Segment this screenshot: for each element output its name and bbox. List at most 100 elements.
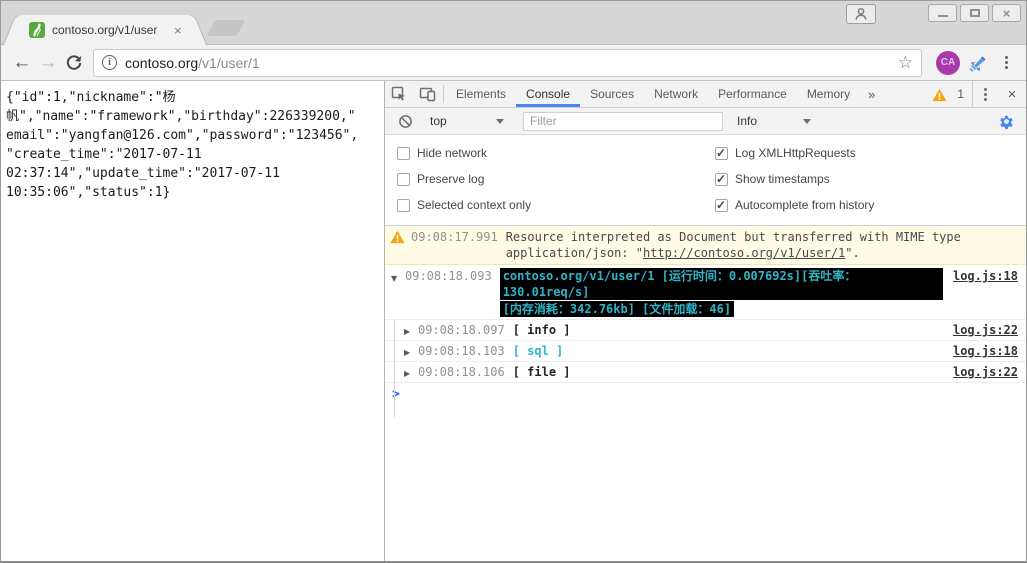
tab-memory[interactable]: Memory	[797, 81, 860, 107]
minimize-icon	[937, 15, 948, 17]
json-line: "create_time":"2017-07-11	[6, 147, 202, 162]
console-filter-input[interactable]	[523, 111, 723, 131]
close-window-button[interactable]: ×	[992, 4, 1021, 22]
message-timestamp: 09:08:18.106	[418, 365, 505, 379]
browser-tab[interactable]: contoso.org/v1/user ×	[19, 15, 191, 45]
devtools-menu-button[interactable]	[972, 81, 998, 107]
console-prompt[interactable]: >	[385, 383, 1026, 417]
group-guide-line	[394, 320, 395, 417]
toolbar-separator	[443, 85, 444, 103]
url-path: /v1/user/1	[198, 54, 260, 71]
bookmark-star-icon[interactable]: ☆	[898, 54, 913, 71]
tab-close-icon[interactable]: ×	[174, 24, 182, 37]
selected-context-checkbox[interactable]	[397, 198, 410, 212]
profile-button[interactable]	[846, 4, 876, 24]
warning-text: Resource interpreted as Document but tra…	[506, 229, 961, 261]
log-label[interactable]: [ info ]	[513, 322, 571, 338]
context-selector-value: top	[430, 114, 447, 128]
more-tabs-button[interactable]: »	[860, 81, 883, 107]
new-tab-button[interactable]	[206, 20, 246, 36]
tab-performance[interactable]: Performance	[708, 81, 797, 107]
tab-elements[interactable]: Elements	[446, 81, 516, 107]
warning-url-link[interactable]: http://contoso.org/v1/user/1	[643, 246, 845, 260]
warning-line2-prefix: application/json: "	[505, 246, 643, 260]
extension-rocket-button[interactable]	[966, 51, 990, 75]
clear-console-button[interactable]	[391, 114, 419, 129]
autocomplete-history-checkbox[interactable]	[715, 198, 728, 212]
message-timestamp: 09:08:18.097	[418, 323, 505, 337]
maximize-button[interactable]	[960, 4, 989, 22]
context-selector[interactable]: top	[424, 114, 510, 128]
warning-count: 1	[957, 87, 964, 101]
gear-icon	[999, 115, 1013, 129]
devtools-close-button[interactable]: ×	[998, 86, 1026, 103]
source-link[interactable]: log.js:22	[943, 364, 1026, 380]
console-warning-message: 09:08:17.991 Resource interpreted as Doc…	[385, 226, 1026, 265]
inspect-element-button[interactable]	[385, 81, 413, 107]
tab-network[interactable]: Network	[644, 81, 708, 107]
warning-line2-suffix: ".	[845, 246, 860, 260]
tab-sources[interactable]: Sources	[580, 81, 644, 107]
setting-label: Log XMLHttpRequests	[735, 146, 856, 160]
setting-autocomplete-history[interactable]: Autocomplete from history	[715, 192, 1014, 218]
setting-hide-network[interactable]: Hide network	[397, 140, 715, 166]
console-settings-button[interactable]	[992, 114, 1020, 129]
message-timestamp: 09:08:17.991	[411, 230, 498, 244]
message-timestamp: 09:08:18.103	[418, 344, 505, 358]
log-line-2: [内存消耗：342.76kb] [文件加载：46]	[499, 301, 735, 317]
log-xhr-checkbox[interactable]	[715, 146, 728, 160]
console-tail: ▶ 09:08:18.097 [ info ] log.js:22 ▶ 09:0…	[385, 320, 1026, 417]
json-line: 帆","name":"framework","birthday":2263392…	[6, 109, 356, 124]
chevron-down-icon	[803, 118, 811, 124]
extension-ca-button[interactable]: CA	[936, 50, 960, 75]
setting-selected-context[interactable]: Selected context only	[397, 192, 715, 218]
back-button[interactable]: ←	[9, 50, 35, 76]
log-label[interactable]: [ file ]	[513, 364, 571, 380]
expand-triangle-icon[interactable]: ▶	[404, 363, 418, 382]
device-toolbar-button[interactable]	[413, 81, 441, 107]
collapse-triangle-icon[interactable]: ▼	[391, 268, 405, 287]
person-icon	[855, 8, 867, 20]
device-toolbar-icon	[419, 87, 435, 102]
window-content: {"id":1,"nickname":"杨 帆","name":"framewo…	[1, 81, 1026, 561]
console-log-row: ▶ 09:08:18.103 [ sql ] log.js:18	[385, 341, 1026, 362]
source-link[interactable]: log.js:18	[943, 343, 1026, 359]
warning-icon	[932, 88, 947, 101]
url-host: contoso.org	[125, 54, 199, 71]
devtools-tabbar: Elements Console Sources Network Perform…	[385, 81, 1026, 108]
setting-log-xhr[interactable]: Log XMLHttpRequests	[715, 140, 1014, 166]
preserve-log-checkbox[interactable]	[397, 172, 410, 186]
site-favicon-icon	[29, 22, 45, 38]
log-level-selector[interactable]: Info	[731, 114, 817, 128]
setting-show-timestamps[interactable]: Show timestamps	[715, 166, 1014, 192]
log-message-text: contoso.org/v1/user/1 [运行时间：0.007692s][吞…	[499, 268, 943, 317]
tab-title: contoso.org/v1/user	[52, 23, 170, 37]
show-timestamps-checkbox[interactable]	[715, 172, 728, 186]
refresh-button[interactable]	[61, 50, 87, 76]
minimize-button[interactable]	[928, 4, 957, 22]
tab-console[interactable]: Console	[516, 81, 581, 107]
expand-triangle-icon[interactable]: ▶	[404, 342, 418, 361]
log-level-value: Info	[737, 114, 758, 128]
url-text: contoso.org/v1/user/1	[125, 55, 260, 71]
page-info-icon[interactable]: i	[102, 55, 117, 70]
devtools-tabbar-right: 1 ×	[924, 81, 1026, 107]
source-link[interactable]: log.js:18	[943, 268, 1026, 284]
console-messages: 09:08:17.991 Resource interpreted as Doc…	[385, 226, 1026, 561]
browser-menu-button[interactable]	[996, 51, 1016, 75]
setting-preserve-log[interactable]: Preserve log	[397, 166, 715, 192]
window-controls: ×	[928, 4, 1021, 22]
expand-triangle-icon[interactable]: ▶	[404, 321, 418, 340]
address-bar[interactable]: i contoso.org/v1/user/1 ☆	[93, 48, 922, 77]
titlebar: contoso.org/v1/user × ×	[1, 1, 1026, 45]
devtools-panel: Elements Console Sources Network Perform…	[385, 81, 1026, 561]
source-link[interactable]: log.js:22	[943, 322, 1026, 338]
hide-network-checkbox[interactable]	[397, 146, 410, 160]
console-log-group: ▼ 09:08:18.093 contoso.org/v1/user/1 [运行…	[385, 265, 1026, 320]
console-settings-pane: Hide network Log XMLHttpRequests Preserv…	[385, 135, 1026, 226]
warning-count-badge[interactable]: 1	[924, 87, 972, 102]
log-label[interactable]: [ sql ]	[513, 343, 564, 359]
console-toolbar: top Info	[385, 108, 1026, 135]
warning-line1: Resource interpreted as Document but tra…	[505, 230, 961, 244]
forward-button[interactable]: →	[35, 50, 61, 76]
